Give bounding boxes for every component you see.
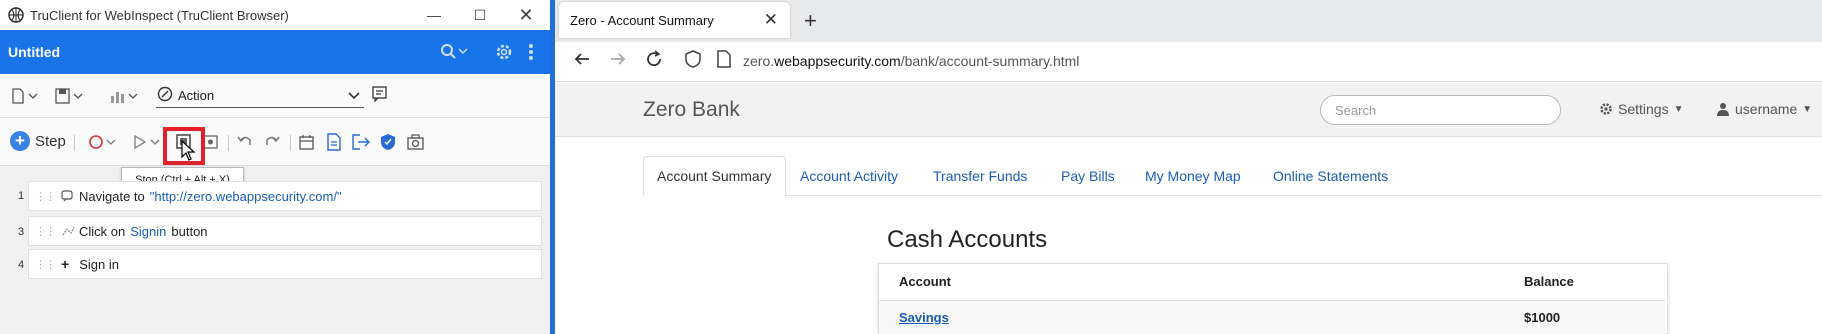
toolbar-divider — [290, 135, 291, 151]
toolbar-divider — [228, 135, 229, 151]
page-icon[interactable] — [717, 50, 731, 73]
play-icon[interactable] — [132, 134, 164, 150]
step-number: 3 — [18, 226, 25, 238]
record-icon[interactable] — [88, 134, 120, 150]
step-row-click[interactable]: ⋮⋮ Click on Signin button — [28, 216, 542, 246]
redo-icon[interactable] — [264, 134, 280, 150]
undo-icon[interactable] — [237, 134, 253, 150]
url-field[interactable]: zero.webappsecurity.com/bank/account-sum… — [743, 53, 1079, 69]
screenshot-step-icon[interactable] — [203, 134, 219, 150]
shield-icon[interactable] — [685, 50, 701, 73]
caret-down-icon: ▼ — [1802, 103, 1813, 115]
tab-account-activity[interactable]: Account Activity — [800, 156, 898, 196]
action-dropdown-value: Action — [178, 88, 215, 103]
browser-window: Zero - Account Summary ✕ + zero.webappse… — [555, 0, 1822, 334]
shield-icon[interactable] — [380, 133, 396, 151]
browser-tab[interactable]: Zero - Account Summary ✕ — [559, 2, 790, 38]
mouse-cursor-icon — [181, 140, 197, 162]
section-title: Cash Accounts — [887, 226, 1048, 253]
tab-strip: Zero - Account Summary ✕ + — [555, 0, 1822, 42]
step-number: 4 — [18, 259, 25, 271]
chevron-down-icon — [348, 92, 360, 100]
step-tail: Sign in — [79, 256, 119, 272]
reload-icon[interactable] — [645, 50, 663, 73]
drag-handle-icon[interactable]: ⋮⋮ — [35, 190, 56, 203]
tab-my-money-map[interactable]: My Money Map — [1145, 156, 1241, 196]
step-verb: Navigate to — [79, 188, 145, 204]
minimize-icon[interactable]: — — [411, 0, 457, 30]
action-dropdown[interactable]: Action — [156, 84, 364, 108]
tab-transfer-funds[interactable]: Transfer Funds — [933, 156, 1027, 196]
user-label: username — [1735, 101, 1798, 117]
user-icon — [1717, 103, 1729, 116]
user-menu[interactable]: username ▼ — [1717, 101, 1812, 117]
camera-icon[interactable] — [407, 134, 425, 150]
search-icon[interactable] — [440, 42, 468, 62]
account-link[interactable]: Savings — [899, 310, 949, 325]
window-title: TruClient for WebInspect (TruClient Brow… — [30, 7, 289, 23]
column-header-balance: Balance — [1524, 274, 1574, 289]
settings-menu[interactable]: Settings ▼ — [1599, 101, 1684, 117]
chart-icon[interactable] — [110, 88, 142, 104]
site-header: Zero Bank Search Settings ▼ username ▼ — [555, 83, 1822, 137]
step-row-navigate[interactable]: ⋮⋮ Navigate to "http://zero.webappsecuri… — [28, 181, 542, 211]
plus-icon: + — [10, 131, 30, 151]
window-titlebar: TruClient for WebInspect (TruClient Brow… — [0, 0, 550, 30]
save-icon[interactable] — [55, 88, 87, 104]
search-placeholder: Search — [1335, 102, 1377, 118]
settings-label: Settings — [1618, 101, 1669, 117]
truclient-window: TruClient for WebInspect (TruClient Brow… — [0, 0, 550, 334]
back-arrow-icon[interactable] — [573, 50, 591, 73]
script-header: Untitled — [0, 30, 550, 74]
navigate-icon — [61, 190, 73, 202]
tab-pay-bills[interactable]: Pay Bills — [1061, 156, 1115, 196]
account-nav-tabs: Account Summary Account Activity Transfe… — [643, 156, 1822, 196]
calendar-icon[interactable] — [299, 134, 315, 150]
step-button-label: Step — [35, 132, 66, 150]
close-icon[interactable]: ✕ — [503, 0, 549, 30]
url-domain: webappsecurity.com — [774, 53, 901, 69]
expand-plus-icon[interactable]: + — [61, 256, 69, 272]
step-target: Signin — [130, 223, 167, 239]
new-file-icon[interactable] — [11, 88, 43, 104]
drag-handle-icon[interactable]: ⋮⋮ — [35, 258, 56, 271]
maximize-icon[interactable]: ☐ — [457, 0, 503, 30]
table-row: Savings $1000 — [879, 300, 1665, 334]
step-number: 1 — [18, 190, 25, 202]
site-search-input[interactable]: Search — [1320, 95, 1561, 125]
step-verb: Click on — [79, 223, 126, 239]
balance-value: $1000 — [1524, 310, 1561, 325]
new-tab-icon[interactable]: + — [804, 8, 817, 34]
cash-accounts-table: Account Balance Savings $1000 — [878, 263, 1668, 334]
url-path: /bank/account-summary.html — [900, 53, 1080, 69]
screen: TruClient for WebInspect (TruClient Brow… — [0, 0, 1822, 334]
gear-icon[interactable] — [494, 42, 514, 62]
site-brand[interactable]: Zero Bank — [643, 98, 740, 122]
url-prefix: zero. — [743, 53, 775, 69]
document-icon[interactable] — [326, 133, 342, 151]
tab-close-icon[interactable]: ✕ — [764, 10, 778, 30]
forward-arrow-icon[interactable] — [609, 50, 627, 73]
gear-icon — [1600, 103, 1612, 115]
click-action-icon — [62, 226, 75, 236]
step-target: "http://zero.webappsecurity.com/" — [149, 188, 342, 204]
add-step-button[interactable]: + Step — [10, 131, 66, 151]
step-tail: button — [171, 223, 208, 239]
tab-online-statements[interactable]: Online Statements — [1273, 156, 1388, 196]
tab-title: Zero - Account Summary — [570, 12, 714, 28]
more-vertical-icon[interactable] — [528, 42, 534, 62]
comment-icon[interactable] — [372, 86, 388, 102]
export-icon[interactable] — [352, 134, 370, 150]
tab-account-summary[interactable]: Account Summary — [643, 156, 786, 196]
caret-down-icon: ▼ — [1673, 103, 1684, 115]
toolbar-divider — [74, 135, 75, 151]
script-title: Untitled — [8, 44, 61, 60]
address-bar: zero.webappsecurity.com/bank/account-sum… — [555, 42, 1822, 82]
drag-handle-icon[interactable]: ⋮⋮ — [35, 225, 56, 238]
app-globe-icon — [8, 7, 24, 23]
column-header-account: Account — [899, 274, 951, 289]
step-row-signin[interactable]: ⋮⋮ + Sign in — [28, 249, 542, 279]
